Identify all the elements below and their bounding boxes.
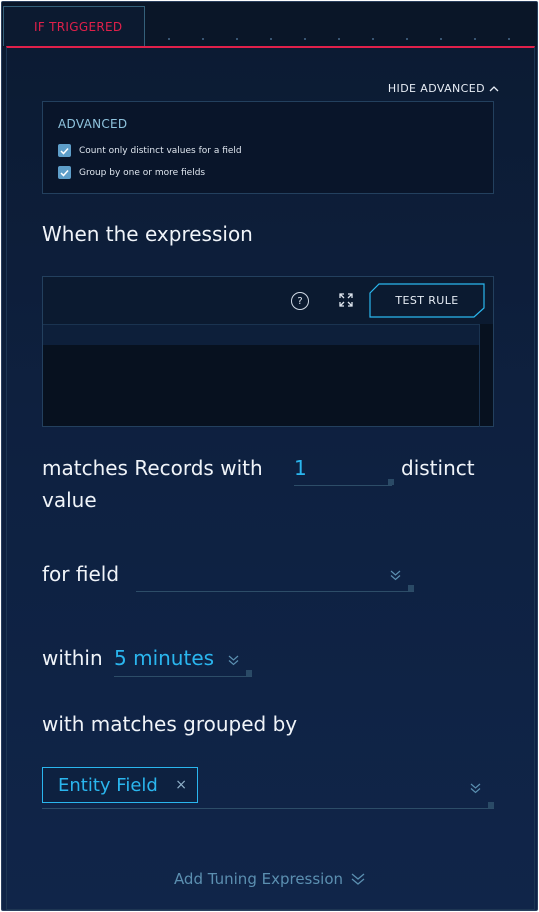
matches-suffix-2: value	[42, 488, 97, 512]
option-label: Count only distinct values for a field	[79, 145, 242, 156]
grouped-heading: with matches grouped by	[42, 712, 298, 736]
within-corner	[246, 670, 252, 676]
count-underline	[294, 485, 392, 486]
close-icon[interactable]: ×	[175, 777, 187, 793]
tab-label: IF TRIGGERED	[34, 19, 123, 34]
tab-if-triggered[interactable]: IF TRIGGERED	[3, 6, 145, 46]
group-chip-entity-field[interactable]: Entity Field ×	[42, 767, 198, 803]
field-select[interactable]	[136, 560, 416, 592]
chevron-down-icon	[228, 655, 239, 666]
editor-toolbar: ? TEST RULE	[43, 277, 493, 324]
check-icon	[60, 147, 69, 155]
chip-label: Entity Field	[58, 774, 158, 796]
field-corner	[408, 585, 414, 591]
matches-suffix: distinct	[401, 456, 475, 480]
hide-advanced-label: HIDE ADVANCED	[387, 82, 485, 95]
checkbox-count-distinct[interactable]	[58, 144, 71, 157]
expression-editor[interactable]: ? TEST RULE	[42, 276, 494, 427]
group-corner	[488, 802, 494, 808]
hide-advanced-toggle[interactable]: HIDE ADVANCED	[388, 82, 499, 95]
group-underline	[42, 808, 494, 809]
within-value: 5 minutes	[114, 646, 215, 670]
chevron-up-icon	[489, 85, 499, 91]
chevron-down-icon[interactable]	[470, 783, 481, 794]
option-group-by[interactable]: Group by one or more fields	[58, 166, 205, 179]
tab-bar-divider	[152, 38, 527, 40]
within-select[interactable]: 5 minutes	[114, 644, 254, 677]
advanced-title: ADVANCED	[58, 117, 128, 131]
help-circle-icon[interactable]: ?	[291, 292, 309, 310]
option-count-distinct[interactable]: Count only distinct values for a field	[58, 144, 242, 157]
advanced-options-box: ADVANCED Count only distinct values for …	[42, 101, 494, 194]
option-label: Group by one or more fields	[79, 167, 206, 178]
count-corner	[388, 479, 394, 485]
field-label: for field	[42, 562, 120, 586]
editor-active-line	[43, 324, 479, 345]
add-tuning-expression-button[interactable]: Add Tuning Expression	[0, 870, 539, 888]
matches-prefix: matches Records with	[42, 456, 263, 480]
within-underline	[114, 676, 252, 677]
add-tuning-label: Add Tuning Expression	[173, 870, 344, 888]
expression-heading: When the expression	[42, 222, 253, 246]
check-icon	[60, 169, 69, 177]
distinct-count-input[interactable]: 1	[294, 456, 307, 480]
expand-icon[interactable]	[339, 293, 353, 307]
editor-scrollbar[interactable]	[479, 324, 493, 427]
test-rule-button[interactable]: TEST RULE	[369, 283, 485, 318]
chevron-down-icon	[390, 570, 401, 581]
tab-bar: IF TRIGGERED	[2, 2, 537, 47]
test-rule-label: TEST RULE	[395, 294, 459, 307]
chevron-down-icon	[351, 873, 365, 885]
within-label: within	[42, 646, 103, 670]
field-underline	[136, 591, 414, 592]
checkbox-group-by[interactable]	[58, 166, 71, 179]
